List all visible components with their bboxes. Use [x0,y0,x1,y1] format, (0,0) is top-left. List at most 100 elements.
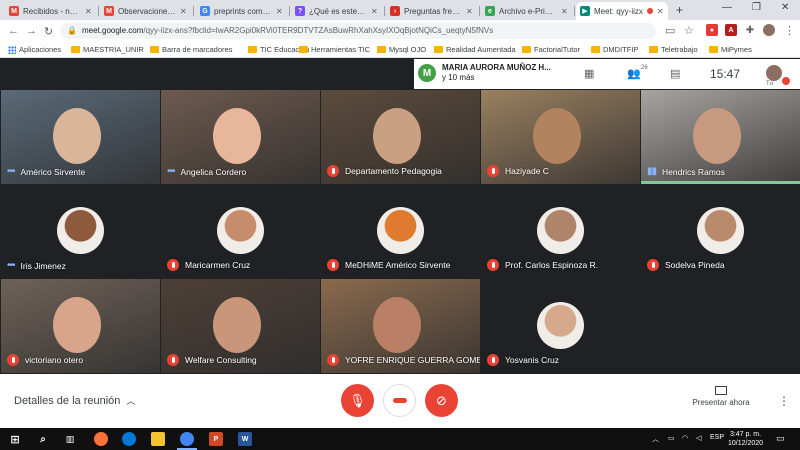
tab-title: Preguntas frecuer [404,6,462,16]
tab-separator [384,6,385,16]
participant-face [373,108,421,164]
hang-up-button[interactable] [383,384,416,417]
word-icon[interactable]: W [238,432,252,446]
bookmark-label: MiPymes [721,45,752,54]
minimize-icon[interactable]: — [722,2,732,13]
meeting-details-button[interactable]: Detalles de la reunión ︿ [14,394,135,407]
url-path: /qyy-iizx-ans?fbclid=IwAR2Gpi0kRVi0TER9D… [143,26,494,35]
notifications-icon[interactable]: ▭ [776,433,785,444]
bookmark-item[interactable]: Aplicaciones [8,45,61,54]
folder-icon [150,46,159,53]
participant-tile[interactable]: Sodelva Pineda [641,184,800,278]
close-window-icon[interactable]: ✕ [781,2,789,13]
camera-icon[interactable]: ▭ [665,24,675,37]
volume-icon[interactable]: ◁ [696,434,701,442]
close-tab-icon[interactable]: ✕ [466,7,473,16]
pdf-extension-icon[interactable]: A [725,24,737,36]
forward-icon[interactable]: → [26,25,37,37]
windows-start-icon[interactable]: ⊞ [8,432,22,446]
browser-tab[interactable]: M Recibidos - nsanc ✕ [5,2,97,20]
mic-toggle-button[interactable]: 🎙 [341,384,374,417]
bookmark-label: Realidad Aumentada [446,45,516,54]
audio-level-icon: ▮▮ [647,166,657,177]
search-icon[interactable]: ⌕ [36,432,50,446]
participant-tile[interactable]: ▮▮ Hendrics Ramos [641,90,800,184]
tab-separator [98,6,99,16]
participant-tile[interactable]: ••• Iris Jimenez [1,184,160,278]
tray-chevron-icon[interactable]: ︿ [652,434,659,444]
gmail-icon: M [104,6,114,16]
url-field[interactable]: 🔒 meet.google.com/qyy-iizx-ans?fbclid=Iw… [60,23,656,39]
new-tab-button[interactable]: + [676,3,683,17]
browser-tab[interactable]: › Preguntas frecuer ✕ [386,2,478,20]
participant-name: Prof. Carlos Espinoza R. [505,260,599,270]
back-icon[interactable]: ← [8,25,19,37]
extensions-icon[interactable]: ✚ [744,24,756,36]
participant-tile[interactable]: Maricarmen Cruz [161,184,320,278]
reload-icon[interactable]: ↻ [44,25,53,38]
bookmark-item[interactable]: Realidad Aumentada [434,45,516,54]
browser-tab[interactable]: Gpreprints como Ar ✕ [196,2,288,20]
participant-tile[interactable]: Prof. Carlos Espinoza R. [481,184,640,278]
close-tab-icon[interactable]: ✕ [180,7,187,16]
bookmark-item[interactable]: Teletrabajo [649,45,698,54]
recording-indicator-icon [646,8,653,14]
participant-tile[interactable]: Haziyade C [481,90,640,184]
meet-grid: ••• Américo Sirvente ••• Angelica Cordero De… [0,59,800,374]
close-tab-icon[interactable]: ✕ [85,7,92,16]
self-avatar[interactable] [766,65,782,81]
camera-off-icon: ⊘ [436,392,447,408]
language-indicator[interactable]: ESP [710,434,724,441]
chat-icon[interactable]: ▤ [670,67,680,80]
bookmark-item[interactable]: Mysql OJO [377,45,426,54]
browser-tab[interactable]: ▶ Meet: qyy-iizx ✕ [576,2,668,20]
menu-icon[interactable]: ⋮ [784,24,795,37]
audio-level-icon: ••• [7,166,15,177]
bookmark-item[interactable]: Barra de marcadores [150,45,232,54]
close-tab-icon[interactable]: ✕ [276,7,283,16]
camera-toggle-button[interactable]: ⊘ [425,384,458,417]
participant-tile[interactable]: victoriano otero [1,279,160,373]
presenter-chip[interactable]: M MARIA AURORA MUÑOZ H... y 10 más [418,63,551,83]
participant-name: YOFRE ENRIQUE GUERRA GOMEZ [345,355,480,365]
powerpoint-icon[interactable]: P [209,432,223,446]
close-tab-icon[interactable]: ✕ [657,7,664,16]
firefox-icon[interactable] [94,432,108,446]
maximize-icon[interactable]: ❐ [752,2,761,13]
participant-tile[interactable]: ••• Angelica Cordero [161,90,320,184]
task-view-icon[interactable]: ▥ [63,432,77,446]
system-clock[interactable]: 3:47 p. m. 10/12/2020 [728,430,763,448]
close-tab-icon[interactable]: ✕ [561,7,568,16]
browser-tab[interactable]: M Observaciones de ✕ [100,2,192,20]
participant-tile[interactable]: Welfare Consulting [161,279,320,373]
browser-tab[interactable]: ? ¿Qué es este asun ✕ [291,2,383,20]
bookmark-item[interactable]: MiPymes [709,45,752,54]
participant-face [693,108,741,164]
star-icon[interactable]: ☆ [684,24,694,37]
bookmark-item[interactable]: FactorialTutor [522,45,580,54]
participant-tile[interactable]: Departamento Pedagogia [321,90,480,184]
chrome-icon[interactable] [177,432,197,450]
people-icon[interactable]: 👥 [627,67,641,80]
network-icon[interactable]: ▭ [668,434,675,442]
participant-tile[interactable]: ••• Américo Sirvente [1,90,160,184]
file-explorer-icon[interactable] [151,432,165,446]
present-now-button[interactable]: Presentar ahora [690,386,752,407]
participant-tile[interactable]: Yosvanis Cruz [481,279,640,373]
grid-layout-icon[interactable]: ▦ [584,67,594,80]
bookmark-item[interactable]: MAESTRIA_UNIR [71,45,144,54]
adblock-icon[interactable]: ● [706,24,718,36]
browser-tab[interactable]: e Archivo e-Print de ✕ [481,2,573,20]
presenter-name: MARIA AURORA MUÑOZ H... [442,63,551,72]
wifi-icon[interactable]: ◠ [682,434,688,442]
bookmark-item[interactable]: Herramientas TIC [299,45,370,54]
participant-tile[interactable]: MeDHiME Américo Sirvente [321,184,480,278]
more-options-icon[interactable]: ⋮ [778,394,790,408]
folder-icon [377,46,386,53]
close-tab-icon[interactable]: ✕ [371,7,378,16]
profile-avatar[interactable] [763,24,775,36]
bookmark-item[interactable]: DMDITFIP [591,45,638,54]
meeting-details-label: Detalles de la reunión [14,395,121,407]
participant-tile[interactable]: YOFRE ENRIQUE GUERRA GOMEZ [321,279,480,373]
edge-icon[interactable] [122,432,136,446]
